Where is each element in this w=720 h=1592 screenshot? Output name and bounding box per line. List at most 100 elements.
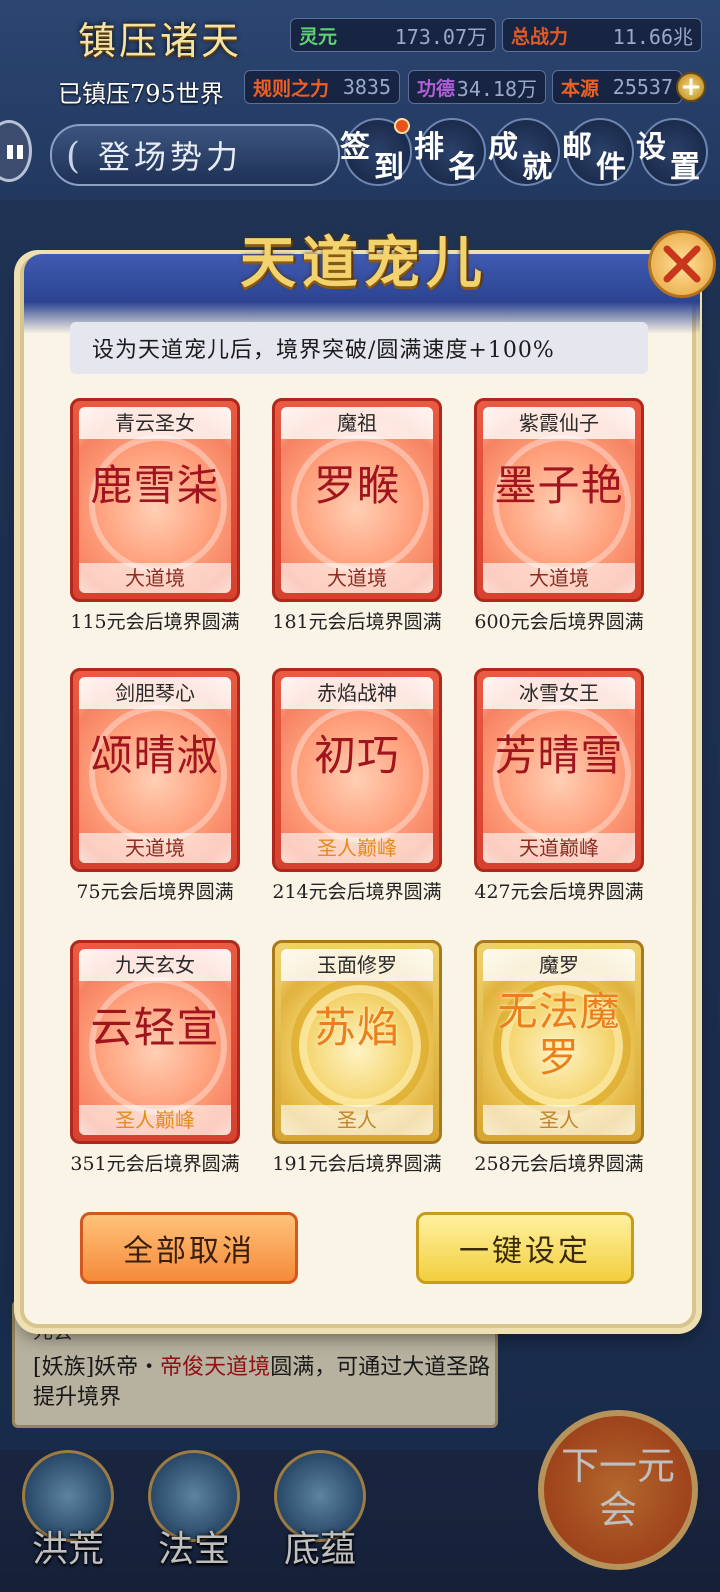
card-title: 玉面修罗	[281, 949, 433, 981]
close-button[interactable]	[648, 230, 716, 298]
world-title: 镇压诸天	[78, 19, 243, 63]
lingyuan-label: 灵元	[299, 25, 338, 48]
card-art: 青云圣女 鹿雪柒 大道境	[79, 407, 231, 593]
character-card[interactable]: 魔祖 罗睺 大道境	[272, 398, 442, 602]
card-name: 颂晴淑	[90, 731, 220, 780]
ranking-button[interactable]: 排 名	[414, 118, 486, 186]
character-card[interactable]: 赤焰战神 初巧 圣人巅峰	[272, 668, 442, 872]
card-title: 冰雪女王	[483, 677, 635, 709]
card-name: 鹿雪柒	[90, 461, 220, 510]
card-title: 赤焰战神	[281, 677, 433, 709]
origin-label: 本源	[561, 77, 600, 100]
character-card[interactable]: 冰雪女王 芳晴雪 天道巅峰	[474, 668, 644, 872]
card-realm: 圣人	[281, 1105, 433, 1135]
total-power-label: 总战力	[511, 25, 569, 48]
card-title: 九天玄女	[79, 949, 231, 981]
character-card[interactable]: 青云圣女 鹿雪柒 大道境	[70, 398, 240, 602]
menu-char: 排	[414, 130, 444, 165]
faction-button[interactable]: ( 登场势力	[50, 124, 340, 186]
checkin-button[interactable]: 签 到	[340, 118, 412, 186]
card-name: 苏焰	[313, 1003, 400, 1052]
card-title: 魔祖	[281, 407, 433, 439]
card-art: 赤焰战神 初巧 圣人巅峰	[281, 677, 433, 863]
faction-button-label: 登场势力	[98, 138, 243, 176]
card-caption: 214元会后境界圆满	[272, 881, 442, 903]
merit-value: 34.18万	[456, 76, 537, 101]
card-name: 初巧	[313, 731, 400, 780]
character-card[interactable]: 魔罗 无法魔罗 圣人	[474, 940, 644, 1144]
one-key-set-button[interactable]: 一键设定	[416, 1212, 634, 1284]
card-caption: 427元会后境界圆满	[474, 881, 644, 903]
card-name: 芳晴雪	[494, 731, 624, 780]
card-name: 云轻宣	[90, 1003, 220, 1052]
card-realm: 大道境	[79, 563, 231, 593]
card-art: 玉面修罗 苏焰 圣人	[281, 949, 433, 1135]
card-title: 魔罗	[483, 949, 635, 981]
menu-char: 设	[636, 130, 666, 165]
close-icon	[663, 245, 701, 283]
menu-char: 成	[488, 130, 518, 165]
card-caption: 258元会后境界圆满	[474, 1153, 644, 1175]
mail-button[interactable]: 邮 件	[562, 118, 634, 186]
settings-button[interactable]: 设 置	[636, 118, 708, 186]
card-art: 魔罗 无法魔罗 圣人	[483, 949, 635, 1135]
card-realm: 天道境	[79, 833, 231, 863]
card-caption: 181元会后境界圆满	[272, 611, 442, 633]
card-art: 九天玄女 云轻宣 圣人巅峰	[79, 949, 231, 1135]
total-power-value: 11.66兆	[612, 24, 693, 49]
card-art: 剑胆琴心 颂晴淑 天道境	[79, 677, 231, 863]
cancel-all-button[interactable]: 全部取消	[80, 1212, 298, 1284]
character-card[interactable]: 剑胆琴心 颂晴淑 天道境	[70, 668, 240, 872]
merit-pill: 功德 34.18万	[408, 70, 546, 104]
card-caption: 191元会后境界圆满	[272, 1153, 442, 1175]
card-realm: 圣人巅峰	[281, 833, 433, 863]
card-realm: 大道境	[483, 563, 635, 593]
card-art: 冰雪女王 芳晴雪 天道巅峰	[483, 677, 635, 863]
card-caption: 115元会后境界圆满	[70, 611, 240, 633]
card-realm: 圣人	[483, 1105, 635, 1135]
card-name: 墨子艳	[494, 461, 624, 510]
card-realm: 天道巅峰	[483, 833, 635, 863]
side-drawer-handle[interactable]	[0, 120, 32, 182]
origin-value: 25537	[612, 75, 673, 99]
menu-char: 置	[670, 150, 700, 185]
notification-badge	[394, 118, 410, 134]
card-title: 青云圣女	[79, 407, 231, 439]
rule-power-label: 规则之力	[253, 77, 330, 100]
total-power-pill: 总战力 11.66兆	[502, 18, 702, 52]
menu-char: 到	[374, 150, 404, 185]
card-caption: 75元会后境界圆满	[76, 881, 234, 903]
card-title: 紫霞仙子	[483, 407, 635, 439]
card-name: 罗睺	[313, 461, 400, 510]
lingyuan-value: 173.07万	[394, 24, 487, 49]
origin-pill: 本源 25537	[552, 70, 682, 104]
menu-char: 签	[340, 130, 370, 165]
character-card[interactable]: 九天玄女 云轻宣 圣人巅峰	[70, 940, 240, 1144]
character-card[interactable]: 玉面修罗 苏焰 圣人	[272, 940, 442, 1144]
rule-power-value: 3835	[342, 75, 391, 99]
rule-power-pill: 规则之力 3835	[244, 70, 400, 104]
top-hud: 镇压诸天 已镇压795世界 灵元 173.07万 总战力 11.66兆 规则之力…	[0, 0, 720, 200]
card-caption: 351元会后境界圆满	[70, 1153, 240, 1175]
favored-modal: 天道宠儿 设为天道宠儿后，境界突破/圆满速度+100% 青云圣女 鹿雪柒 大道境…	[20, 230, 716, 1328]
menu-char: 就	[522, 150, 552, 185]
modal-banner: 设为天道宠儿后，境界突破/圆满速度+100%	[70, 322, 648, 374]
merit-label: 功德	[417, 77, 456, 100]
menu-char: 邮	[562, 130, 592, 165]
card-realm: 圣人巅峰	[79, 1105, 231, 1135]
modal-title: 天道宠儿	[240, 230, 488, 296]
achievement-button[interactable]: 成 就	[488, 118, 560, 186]
suppressed-count: 已镇压795世界	[58, 80, 224, 108]
menu-char: 名	[448, 150, 478, 185]
card-realm: 大道境	[281, 563, 433, 593]
card-name: 无法魔罗	[497, 989, 621, 1081]
swirl-icon: (	[66, 136, 85, 177]
lingyuan-pill: 灵元 173.07万	[290, 18, 496, 52]
card-art: 紫霞仙子 墨子艳 大道境	[483, 407, 635, 593]
card-title: 剑胆琴心	[79, 677, 231, 709]
add-resource-icon[interactable]: +	[676, 72, 706, 102]
menu-char: 件	[596, 150, 626, 185]
character-card[interactable]: 紫霞仙子 墨子艳 大道境	[474, 398, 644, 602]
card-art: 魔祖 罗睺 大道境	[281, 407, 433, 593]
card-caption: 600元会后境界圆满	[474, 611, 644, 633]
